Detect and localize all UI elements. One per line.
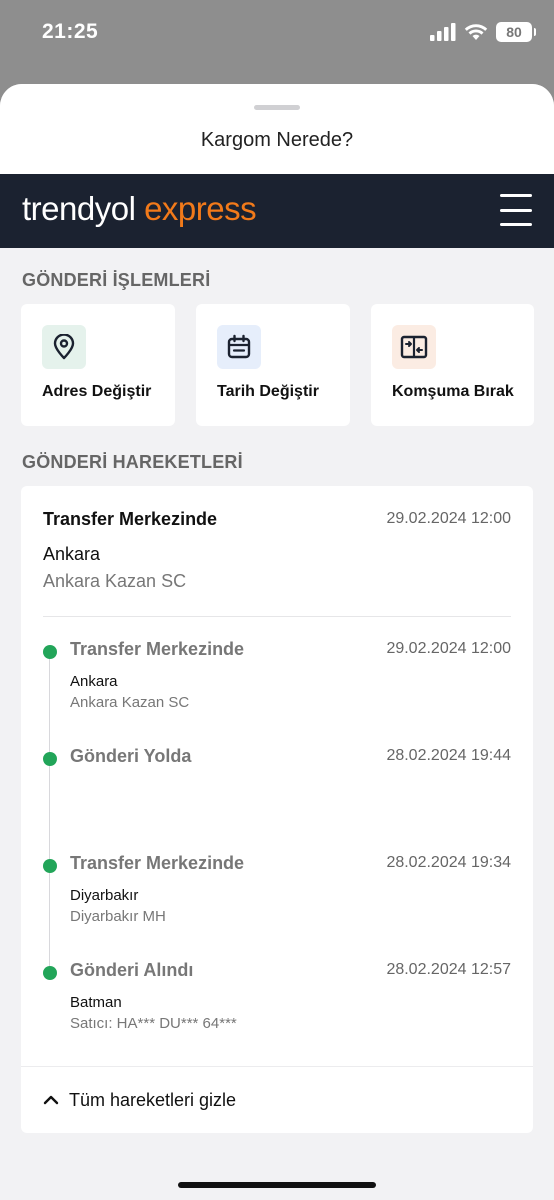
timeline-branch: Satıcı: HA*** DU*** 64*** — [70, 1015, 237, 1032]
timeline-dot — [43, 645, 57, 659]
status-bar: 21:25 80 — [0, 0, 554, 66]
hamburger-menu-icon[interactable] — [500, 194, 532, 226]
change-date-label: Tarih Değiştir — [217, 383, 319, 400]
logo-text-express: express — [144, 190, 257, 227]
timeline-status: Transfer Merkezinde — [70, 853, 245, 873]
timeline-city: Batman — [70, 994, 122, 1011]
status-time: 21:25 — [42, 20, 99, 43]
wifi-icon — [464, 24, 488, 40]
location-pin-icon — [42, 325, 86, 369]
trendyol-express-logo[interactable]: trendyol express — [22, 190, 257, 228]
brand-header: trendyol express — [0, 174, 554, 248]
timeline-city: Diyarbakır — [70, 887, 139, 904]
timeline-city: Ankara — [70, 673, 118, 690]
calendar-icon — [217, 325, 261, 369]
divider — [43, 616, 511, 617]
timeline-status: Gönderi Yolda — [70, 746, 192, 766]
timeline-date: 28.02.2024 12:57 — [386, 961, 511, 978]
timeline-line — [49, 656, 50, 976]
timeline-dot — [43, 966, 57, 980]
sheet-header: Kargom Nerede? — [0, 84, 554, 174]
movements-section-title: GÖNDERİ HAREKETLERİ — [22, 452, 243, 472]
timeline-status: Transfer Merkezinde — [70, 639, 245, 659]
sheet-grabber[interactable] — [254, 105, 300, 110]
timeline-date: 29.02.2024 12:00 — [386, 640, 511, 657]
change-address-button[interactable]: Adres Değiştir — [21, 304, 175, 426]
signal-icon — [430, 23, 456, 41]
shipment-movements-card: Transfer Merkezinde 29.02.2024 12:00 Ank… — [21, 486, 533, 1133]
exchange-icon — [392, 325, 436, 369]
bottom-sheet: Kargom Nerede? trendyol express GÖNDERİ … — [0, 84, 554, 1200]
current-city: Ankara — [43, 544, 101, 564]
timeline-date: 28.02.2024 19:44 — [386, 747, 511, 764]
timeline-dot — [43, 752, 57, 766]
operations-list: Adres Değiştir Tarih Değiştir Komşuma Bı… — [21, 304, 534, 426]
leave-with-neighbor-button[interactable]: Komşuma Bırak — [371, 304, 534, 426]
current-status: Transfer Merkezinde — [43, 509, 218, 529]
current-status-date: 29.02.2024 12:00 — [386, 510, 511, 527]
current-branch: Ankara Kazan SC — [43, 571, 187, 591]
home-indicator — [178, 1182, 376, 1188]
sheet-title: Kargom Nerede? — [200, 129, 354, 151]
change-date-button[interactable]: Tarih Değiştir — [196, 304, 350, 426]
logo-text-trendyol: trendyol — [22, 190, 145, 227]
timeline-status: Gönderi Alındı — [70, 960, 194, 980]
timeline-branch: Ankara Kazan SC — [70, 694, 190, 711]
chevron-up-icon — [43, 1095, 59, 1105]
leave-with-neighbor-label: Komşuma Bırak — [392, 383, 514, 400]
status-icons: 80 — [430, 22, 536, 42]
hide-all-movements-label: Tüm hareketleri gizle — [69, 1089, 237, 1110]
timeline-dot — [43, 859, 57, 873]
operations-section-title: GÖNDERİ İŞLEMLERİ — [22, 270, 211, 290]
timeline-branch: Diyarbakır MH — [70, 908, 166, 925]
hide-all-movements-button[interactable]: Tüm hareketleri gizle — [21, 1066, 533, 1133]
battery-icon: 80 — [496, 22, 536, 42]
change-address-label: Adres Değiştir — [42, 383, 152, 400]
timeline-date: 28.02.2024 19:34 — [386, 854, 511, 871]
